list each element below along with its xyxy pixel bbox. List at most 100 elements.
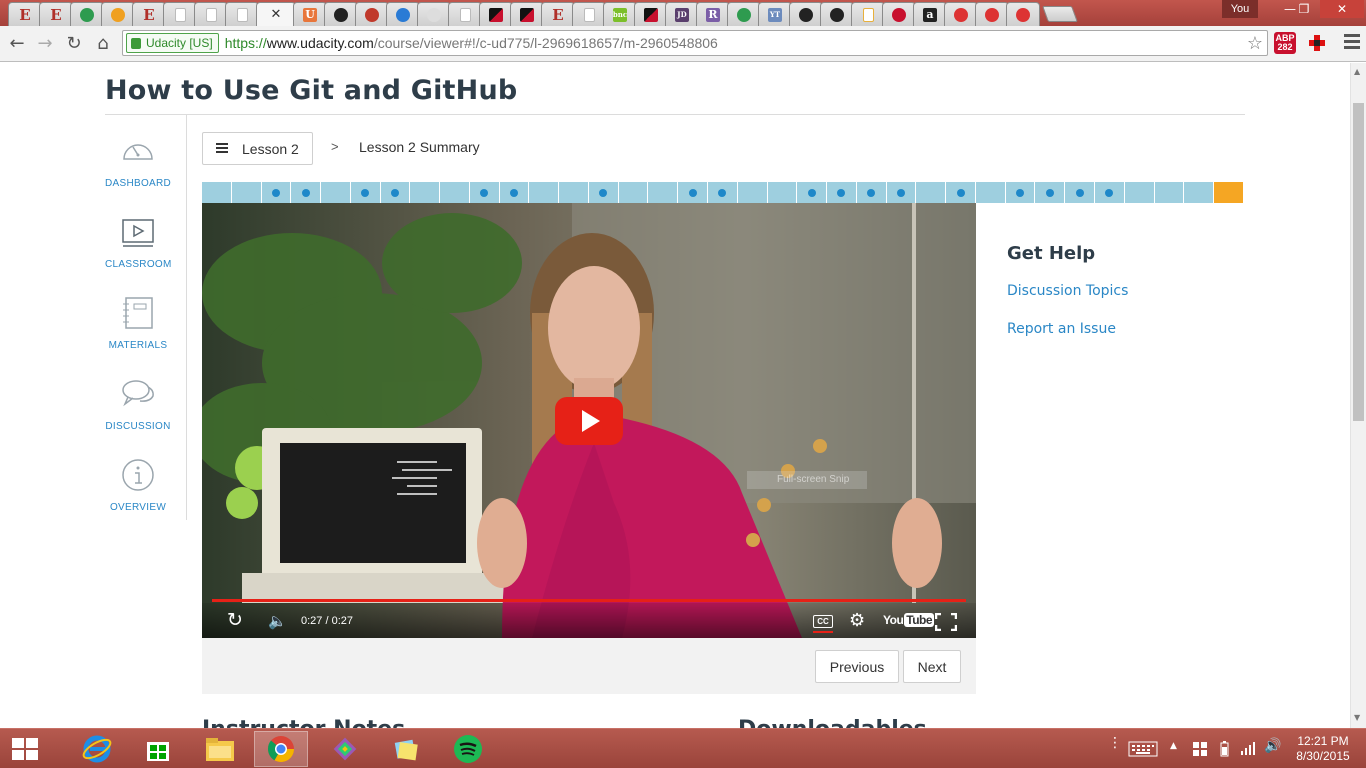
url-text[interactable]: https://www.udacity.com/course/viewer#!/… [225,35,718,51]
adblock-plus-icon[interactable]: ABP 282 [1274,32,1296,54]
browser-tab[interactable] [163,2,197,26]
browser-tab[interactable] [634,2,668,26]
browser-tab[interactable] [851,2,885,26]
browser-tab[interactable]: R [696,2,730,26]
progress-segment[interactable] [291,182,322,203]
progress-segment[interactable] [827,182,857,203]
progress-segment[interactable] [1005,182,1036,203]
close-window-button[interactable]: ✕ [1320,0,1364,18]
progress-segment[interactable] [440,182,470,203]
progress-segment[interactable] [588,182,619,203]
maps-icon[interactable] [318,731,372,767]
progress-segment[interactable] [261,182,292,203]
browser-tab[interactable] [101,2,135,26]
nav-item-classroom[interactable]: CLASSROOM [105,214,171,270]
progress-segment[interactable] [767,182,798,203]
progress-segment[interactable] [975,182,1006,203]
browser-tab[interactable] [417,2,451,26]
youtube-logo[interactable]: You Tube [883,613,935,627]
scroll-up-arrow-icon[interactable]: ▲ [1354,67,1360,76]
browser-tab[interactable] [479,2,513,26]
play-button[interactable] [555,397,623,445]
spotify-icon[interactable] [441,731,495,767]
browser-tab[interactable] [510,2,544,26]
restore-button[interactable]: ❐ [1290,0,1318,18]
browser-tab[interactable] [355,2,389,26]
extension-red-cross-icon[interactable] [1306,32,1328,54]
replay-icon[interactable]: ↻ [227,609,243,631]
nav-item-overview[interactable]: OVERVIEW [105,457,171,513]
bookmark-star-icon[interactable]: ☆ [1247,33,1263,54]
volume-icon[interactable]: 🔈 [268,612,287,630]
browser-tab[interactable]: E [541,2,575,26]
video-player[interactable]: Full-screen Snip ↻ 🔈 0:27 / 0:27 CC ⚙ Yo… [202,203,976,638]
browser-tab[interactable]: a [913,2,947,26]
browser-tab[interactable] [882,2,916,26]
video-progress-bar[interactable] [212,599,966,602]
progress-segment[interactable] [1154,182,1185,203]
browser-tab[interactable] [324,2,358,26]
file-explorer-icon[interactable] [193,731,247,767]
forward-arrow-icon[interactable]: → [35,33,55,54]
nav-item-discussion[interactable]: DISCUSSION [105,376,171,432]
internet-explorer-icon[interactable] [70,731,124,767]
tray-grip-icon[interactable]: ⋮ [1108,735,1122,751]
next-button[interactable]: Next [903,650,961,683]
discussion-topics-link[interactable]: Discussion Topics [1007,283,1128,299]
browser-tab[interactable]: bnc [603,2,637,26]
scroll-down-arrow-icon[interactable]: ▼ [1354,713,1360,722]
previous-button[interactable]: Previous [815,650,899,683]
store-icon[interactable] [131,731,185,767]
fullscreen-icon[interactable] [935,613,957,631]
address-bar[interactable]: Udacity [US] https://www.udacity.com/cou… [122,30,1268,56]
chrome-menu-icon[interactable] [1344,34,1360,52]
signal-bars-icon[interactable] [1240,741,1256,755]
progress-segment[interactable] [678,182,709,203]
progress-segment[interactable] [559,182,589,203]
system-clock[interactable]: 12:21 PM 8/30/2015 [1290,734,1356,764]
browser-tab[interactable]: E [8,2,42,26]
page-scrollbar[interactable]: ▲ ▼ [1350,63,1366,728]
progress-segment[interactable] [469,182,500,203]
browser-tab[interactable] [448,2,482,26]
progress-segment-current[interactable] [1214,182,1243,203]
progress-segment[interactable] [321,182,351,203]
progress-segment[interactable] [1184,182,1215,203]
sticky-notes-icon[interactable] [379,731,433,767]
browser-tab[interactable]: YT [758,2,792,26]
nav-item-dashboard[interactable]: DASHBOARD [105,133,171,189]
windows-start-icon[interactable] [12,738,38,760]
progress-segment[interactable] [886,182,917,203]
reload-icon[interactable]: ↻ [64,33,84,54]
progress-segment[interactable] [946,182,976,203]
show-hidden-icons-arrow[interactable]: ▲ [1170,741,1177,751]
new-tab-button[interactable] [1042,6,1078,22]
speaker-volume-icon[interactable]: 🔊 [1264,738,1281,754]
browser-tab[interactable]: E [132,2,166,26]
browser-tab[interactable]: U [293,2,327,26]
progress-segment[interactable] [737,182,768,203]
progress-segment[interactable] [380,182,411,203]
browser-tab[interactable] [944,2,978,26]
browser-tab[interactable] [225,2,259,26]
progress-segment[interactable] [1035,182,1066,203]
progress-segment[interactable] [618,182,649,203]
captions-button[interactable]: CC [813,615,833,628]
progress-segment[interactable] [648,182,679,203]
action-center-flag-icon[interactable] [1192,741,1208,757]
browser-tab[interactable] [789,2,823,26]
nav-item-materials[interactable]: MATERIALS [105,295,171,351]
report-issue-link[interactable]: Report an Issue [1007,321,1116,337]
scrollbar-thumb[interactable] [1353,103,1364,421]
browser-tab[interactable] [975,2,1009,26]
browser-tab[interactable] [572,2,606,26]
progress-segment[interactable] [1065,182,1095,203]
browser-tab[interactable]: JD [665,2,699,26]
progress-segment[interactable] [1094,182,1125,203]
ev-certificate-badge[interactable]: Udacity [US] [126,33,219,53]
browser-tab[interactable] [70,2,104,26]
browser-tab[interactable]: E [39,2,73,26]
lesson-menu-button[interactable]: Lesson 2 [202,132,313,165]
settings-gear-icon[interactable]: ⚙ [849,610,865,631]
browser-tab[interactable] [386,2,420,26]
